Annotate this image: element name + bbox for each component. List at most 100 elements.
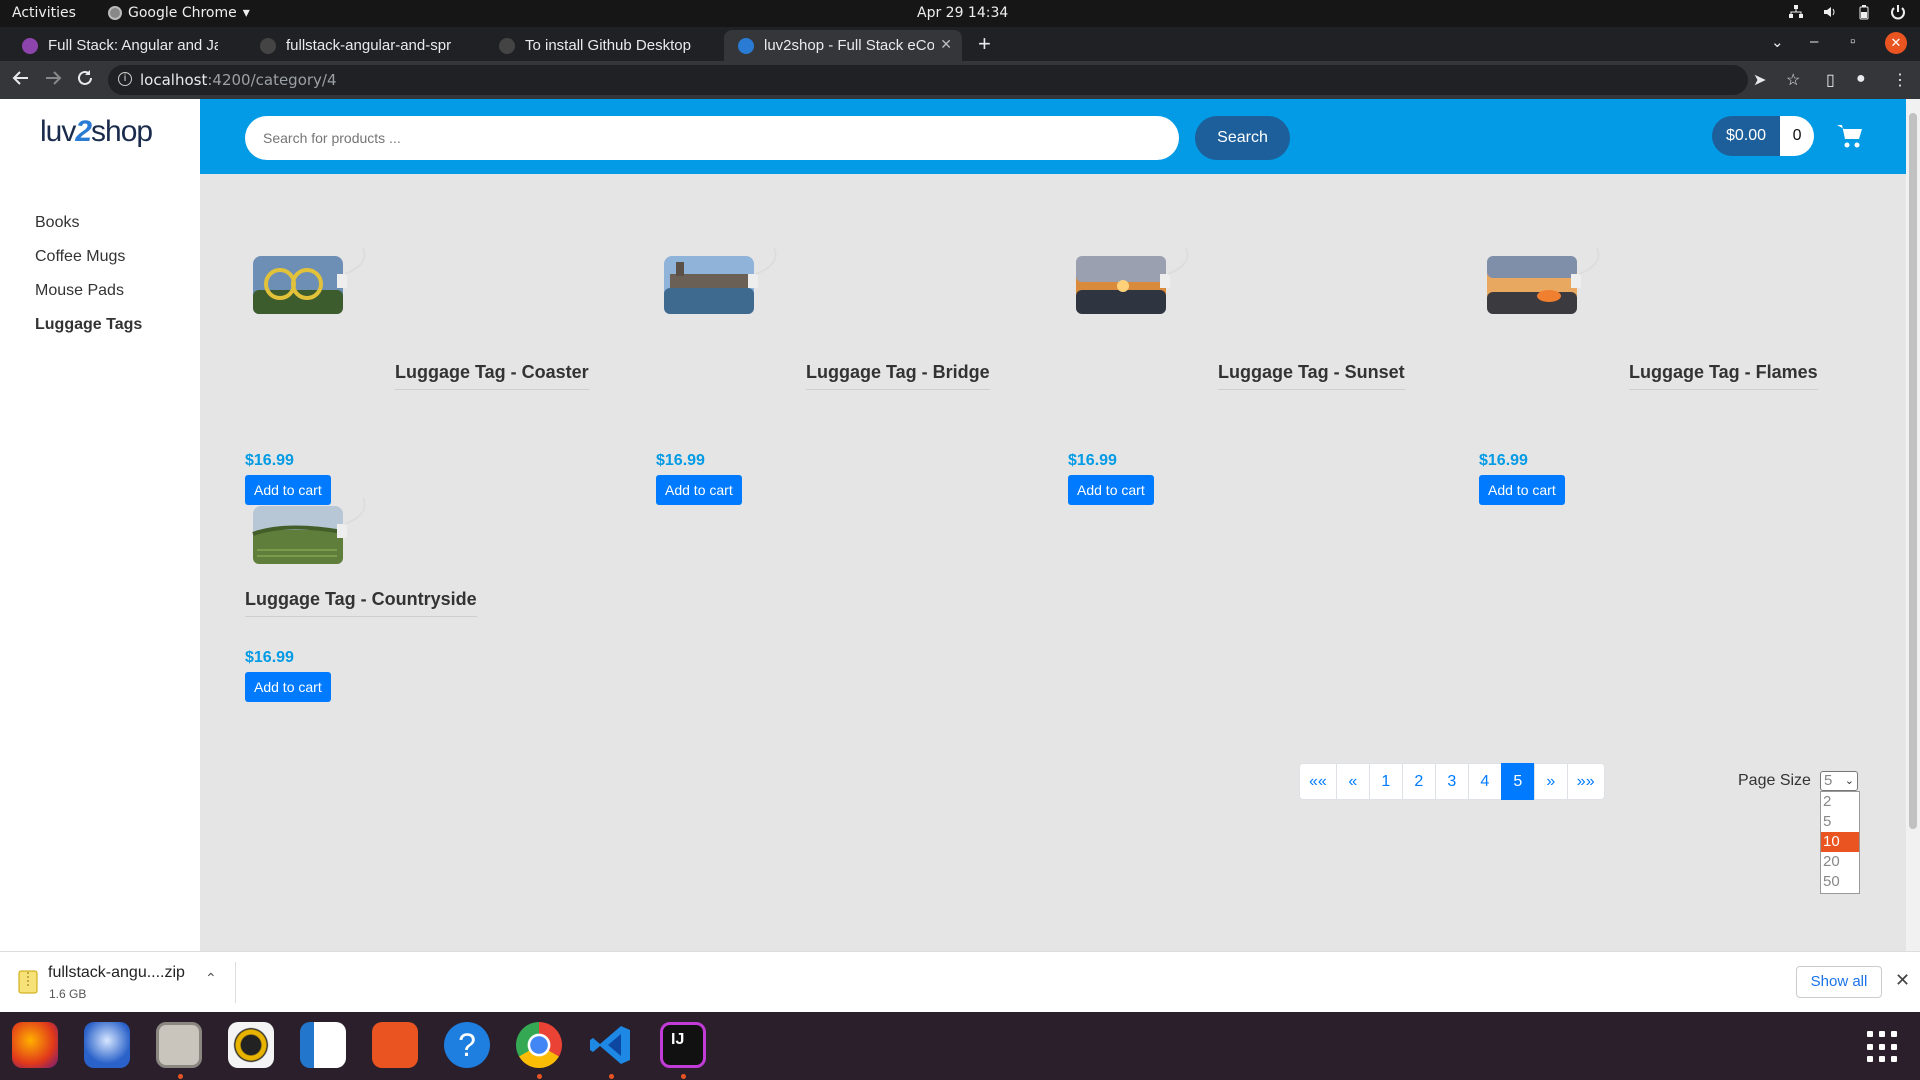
last-page-button[interactable]: »» bbox=[1566, 763, 1605, 800]
page-size-select[interactable]: 5 ⌄ bbox=[1820, 771, 1858, 791]
help-icon[interactable]: ? bbox=[444, 1022, 490, 1068]
rhythmbox-icon[interactable] bbox=[228, 1022, 274, 1068]
browser-tab[interactable]: fullstack-angular-and-spr bbox=[246, 30, 484, 61]
product-image[interactable] bbox=[245, 244, 385, 324]
tab-search-icon[interactable]: ⌄ bbox=[1771, 33, 1784, 51]
page-size-label: Page Size bbox=[1738, 772, 1811, 789]
page-1-button[interactable]: 1 bbox=[1368, 763, 1403, 800]
close-shelf-icon[interactable]: ✕ bbox=[1895, 970, 1910, 991]
shop-header: Search $0.00 0 bbox=[200, 99, 1906, 174]
browser-tab-strip: Full Stack: Angular and Ja fullstack-ang… bbox=[0, 27, 1920, 61]
page-2-button[interactable]: 2 bbox=[1401, 763, 1436, 800]
product-name[interactable]: Luggage Tag - Sunset bbox=[1218, 362, 1405, 390]
search-button[interactable]: Search bbox=[1195, 116, 1290, 160]
product-name[interactable]: Luggage Tag - Coaster bbox=[395, 362, 589, 390]
page-size-value: 5 bbox=[1824, 772, 1833, 789]
product-name[interactable]: Luggage Tag - Flames bbox=[1629, 362, 1818, 390]
new-tab-button[interactable]: + bbox=[978, 31, 991, 57]
intellij-icon[interactable]: IJ bbox=[660, 1022, 706, 1068]
cart-status[interactable]: $0.00 0 bbox=[1712, 116, 1815, 156]
app-center-icon[interactable] bbox=[372, 1022, 418, 1068]
power-icon bbox=[1891, 5, 1905, 20]
shopping-cart-icon[interactable] bbox=[1835, 121, 1865, 151]
add-to-cart-button[interactable]: Add to cart bbox=[1068, 475, 1154, 505]
first-page-button[interactable]: «« bbox=[1299, 763, 1337, 800]
vscode-icon[interactable] bbox=[588, 1022, 634, 1068]
page-size-option[interactable]: 50 bbox=[1821, 872, 1859, 892]
browser-tab[interactable]: To install Github Desktop bbox=[485, 30, 723, 61]
activities-button[interactable]: Activities bbox=[12, 5, 76, 21]
page-4-button[interactable]: 4 bbox=[1467, 763, 1502, 800]
browser-tab-active[interactable]: luv2shop - Full Stack eCom ✕ bbox=[724, 30, 962, 61]
show-applications-icon[interactable] bbox=[1867, 1031, 1899, 1063]
scrollbar-thumb[interactable] bbox=[1909, 113, 1917, 829]
product-image[interactable] bbox=[656, 244, 796, 324]
next-page-button[interactable]: » bbox=[1533, 763, 1568, 800]
minimize-icon[interactable]: – bbox=[1810, 33, 1818, 50]
category-coffee-mugs[interactable]: Coffee Mugs bbox=[35, 248, 142, 268]
thunderbird-icon[interactable] bbox=[84, 1022, 130, 1068]
send-icon[interactable]: ➤ bbox=[1753, 70, 1766, 90]
profile-avatar-icon[interactable]: ● bbox=[1856, 70, 1866, 88]
category-books[interactable]: Books bbox=[35, 214, 142, 234]
page-size-option[interactable]: 20 bbox=[1821, 852, 1859, 872]
chrome-icon bbox=[108, 6, 122, 20]
search-input[interactable] bbox=[245, 116, 1179, 160]
forward-icon[interactable] bbox=[44, 69, 62, 87]
previous-page-button[interactable]: « bbox=[1335, 763, 1370, 800]
product-image[interactable] bbox=[1068, 244, 1208, 324]
show-all-downloads-button[interactable]: Show all bbox=[1796, 966, 1882, 998]
site-info-icon[interactable]: i bbox=[118, 72, 132, 86]
page-scrollbar[interactable] bbox=[1906, 99, 1920, 951]
address-bar[interactable]: i localhost:4200/category/4 bbox=[108, 65, 1748, 95]
chrome-icon[interactable] bbox=[516, 1022, 562, 1068]
side-panel-icon[interactable]: ▯ bbox=[1826, 70, 1835, 90]
kebab-menu-icon[interactable]: ⋮ bbox=[1892, 70, 1908, 90]
page-size-option[interactable]: 5 bbox=[1821, 812, 1859, 832]
browser-tab[interactable]: Full Stack: Angular and Ja bbox=[8, 30, 246, 61]
chevron-up-icon[interactable]: ⌃ bbox=[205, 970, 217, 987]
chevron-down-icon: ▾ bbox=[242, 5, 250, 21]
bookmark-star-icon[interactable]: ☆ bbox=[1786, 70, 1800, 90]
pagination: «« « 1 2 3 4 5 » »» bbox=[1299, 763, 1605, 800]
divider bbox=[235, 962, 236, 1003]
luv2shop-icon bbox=[738, 37, 754, 54]
running-indicator bbox=[178, 1074, 183, 1079]
add-to-cart-button[interactable]: Add to cart bbox=[245, 672, 331, 702]
page-3-button[interactable]: 3 bbox=[1434, 763, 1469, 800]
tab-title: fullstack-angular-and-spr bbox=[286, 37, 452, 54]
add-to-cart-button[interactable]: Add to cart bbox=[656, 475, 742, 505]
window-close-icon[interactable]: ✕ bbox=[1885, 32, 1907, 54]
github-icon bbox=[499, 37, 515, 54]
product-name[interactable]: Luggage Tag - Countryside bbox=[245, 589, 477, 617]
close-tab-icon[interactable]: ✕ bbox=[940, 36, 952, 53]
download-file-name[interactable]: fullstack-angu....zip bbox=[48, 964, 185, 982]
clock[interactable]: Apr 29 14:34 bbox=[917, 5, 1008, 21]
cart-quantity: 0 bbox=[1780, 116, 1815, 156]
maximize-icon[interactable]: ▫ bbox=[1850, 33, 1855, 50]
reload-icon[interactable] bbox=[76, 69, 94, 87]
back-icon[interactable] bbox=[12, 69, 30, 87]
page-size-option-highlighted[interactable]: 10 bbox=[1821, 832, 1859, 852]
running-indicator bbox=[681, 1074, 686, 1079]
product-image[interactable] bbox=[1479, 244, 1619, 324]
ubuntu-dock: ? IJ bbox=[0, 1012, 1920, 1080]
product-name[interactable]: Luggage Tag - Bridge bbox=[806, 362, 990, 390]
tab-title: Full Stack: Angular and Ja bbox=[48, 37, 218, 54]
category-luggage-tags[interactable]: Luggage Tags bbox=[35, 316, 142, 336]
files-icon[interactable] bbox=[156, 1022, 202, 1068]
logo-text-mid: 2 bbox=[75, 115, 92, 148]
firefox-icon[interactable] bbox=[12, 1022, 58, 1068]
writer-icon[interactable] bbox=[300, 1022, 346, 1068]
category-menu: Books Coffee Mugs Mouse Pads Luggage Tag… bbox=[35, 214, 142, 350]
system-tray[interactable] bbox=[1788, 4, 1906, 20]
product-image[interactable] bbox=[245, 494, 385, 574]
product-price: $16.99 bbox=[1068, 452, 1117, 469]
luv2shop-logo[interactable]: luv2shop bbox=[40, 115, 153, 149]
app-menu[interactable]: Google Chrome ▾ bbox=[108, 5, 250, 21]
category-mouse-pads[interactable]: Mouse Pads bbox=[35, 282, 142, 302]
logo-text-right: shop bbox=[91, 115, 153, 148]
add-to-cart-button[interactable]: Add to cart bbox=[1479, 475, 1565, 505]
page-size-option[interactable]: 2 bbox=[1821, 792, 1859, 812]
page-5-button[interactable]: 5 bbox=[1500, 763, 1535, 800]
